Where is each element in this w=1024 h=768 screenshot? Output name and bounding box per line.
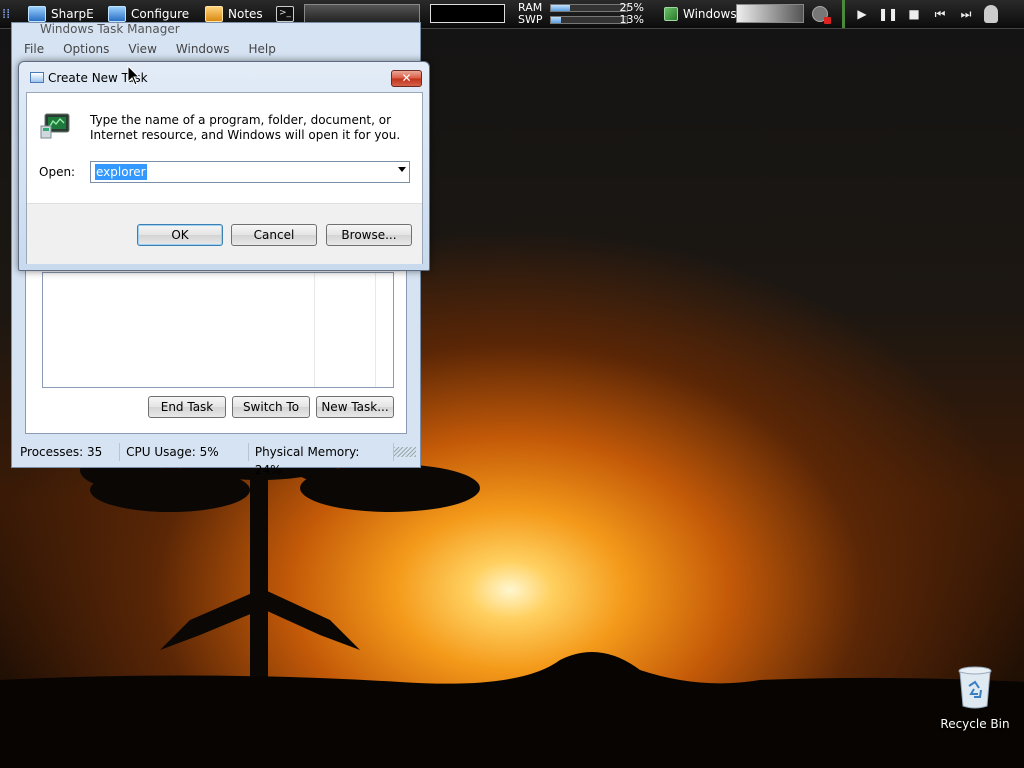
chevron-down-icon[interactable] [398,167,406,172]
configure-label: Configure [131,7,190,21]
open-label: Open: [39,165,76,179]
dialog-body: Type the name of a program, folder, docu… [26,92,423,264]
pause-icon[interactable]: ❚❚ [878,4,898,24]
mouse-cursor [127,65,141,86]
monitor-icon [108,6,126,22]
swp-percent: 13% [619,13,644,26]
cancel-button[interactable]: Cancel [231,224,317,246]
menu-grid-icon[interactable]: ⁞⁞ [2,0,10,28]
network-icon[interactable] [812,0,831,28]
processes-count: Processes: 35 [14,443,121,461]
menu-help[interactable]: Help [248,42,275,60]
switch-to-button[interactable]: Switch To [232,396,310,418]
dialog-button-area: OK Cancel Browse... [27,203,422,264]
run-program-icon [40,113,70,139]
open-combobox[interactable]: explorer [90,161,410,183]
menu-file[interactable]: File [24,42,44,60]
cpu-usage: CPU Usage: 5% [120,443,249,461]
dialog-description: Type the name of a program, folder, docu… [90,113,401,142]
monitor-icon [28,6,46,22]
ground-silhouette [0,652,1024,768]
close-button[interactable]: ✕ [391,70,422,87]
resize-grip[interactable] [394,447,416,457]
terminal-icon: >_ [276,6,294,22]
recycle-bin-label: Recycle Bin [940,717,1010,731]
notes-label: Notes [228,7,263,21]
next-icon[interactable]: ⏭ [956,4,976,24]
status-bar: Processes: 35 CPU Usage: 5% Physical Mem… [14,441,416,477]
stop-icon[interactable]: ■ [904,4,924,24]
create-new-task-dialog: Create New Task ✕ Type the name of a pro… [18,61,430,271]
physical-memory: Physical Memory: 24% [249,443,395,477]
menubar: File Options View Windows Help [24,42,276,60]
applications-list[interactable] [42,272,394,388]
play-icon[interactable]: ▶ [852,4,872,24]
recycle-bin-shortcut[interactable]: Recycle Bin [940,666,1010,731]
open-input[interactable]: explorer [95,164,147,180]
end-task-button[interactable]: End Task [148,396,226,418]
window-icon [664,7,678,21]
alien-icon[interactable] [984,0,998,28]
windows-label: Windows [683,7,737,21]
tray-separator [842,0,845,28]
search-field[interactable] [430,4,505,23]
ok-button[interactable]: OK [137,224,223,246]
run-title-icon [30,72,44,83]
windows-task-button[interactable]: Windows [664,0,737,28]
menu-view[interactable]: View [128,42,156,60]
browse-button[interactable]: Browse... [326,224,412,246]
swp-label: SWP [518,13,543,26]
command-field[interactable] [304,4,420,23]
sharpe-label: SharpE [51,7,94,21]
previous-icon[interactable]: ⏮ [930,4,950,24]
recycle-bin-icon [958,666,992,709]
new-task-button[interactable]: New Task... [316,396,394,418]
menu-options[interactable]: Options [63,42,109,60]
memory-monitor: RAM 25% SWP 13% [518,2,644,26]
menu-windows[interactable]: Windows [176,42,230,60]
volume-slider[interactable] [736,4,804,23]
notes-icon [205,6,223,22]
window-title: Windows Task Manager [40,22,180,36]
